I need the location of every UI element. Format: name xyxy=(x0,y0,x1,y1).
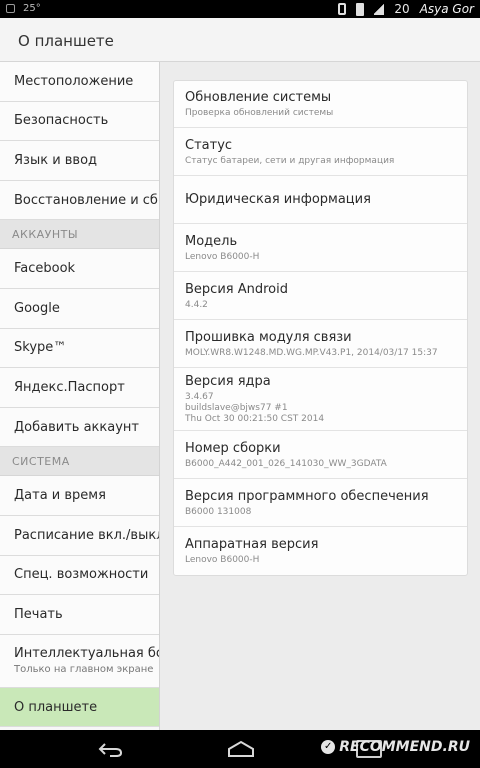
sidebar-item-label: Язык и ввод xyxy=(14,152,98,168)
section-header-accounts: АККАУНТЫ xyxy=(0,220,159,250)
sidebar-item-sublabel: Только на главном экране xyxy=(14,664,154,676)
sidebar-item-label: О планшете xyxy=(14,699,98,715)
sidebar-item-smart-side-bar[interactable]: Интеллектуальная боковая панель Только н… xyxy=(0,634,159,688)
item-subtitle: Lenovo B6000-H xyxy=(185,251,260,262)
sidebar-item-label: Безопасность xyxy=(14,113,109,129)
sidebar-item-location[interactable]: Местоположение xyxy=(0,62,159,102)
sidebar-item-skype[interactable]: Skype™ xyxy=(0,328,159,369)
item-title: Версия ядра xyxy=(185,374,271,389)
sidebar-item-yandex-passport[interactable]: Яндекс.Паспорт xyxy=(0,368,159,408)
status-bar: 25° 20 Asya Gor xyxy=(0,0,480,18)
item-subtitle: Статус батареи, сети и другая информация xyxy=(185,155,395,166)
list-item-status[interactable]: Статус Статус батареи, сети и другая инф… xyxy=(174,128,467,176)
sidebar-item-google[interactable]: Google xyxy=(0,288,159,329)
home-icon[interactable] xyxy=(226,739,256,759)
sidebar-item-date-time[interactable]: Дата и время xyxy=(0,476,159,516)
section-header-system: СИСТЕМА xyxy=(0,447,159,477)
sidebar-item-label: Интеллектуальная боковая панель xyxy=(14,646,159,662)
signal-icon xyxy=(374,3,385,15)
item-subtitle: B6000 131008 xyxy=(185,506,252,517)
list-item-build-number[interactable]: Номер сборки B6000_A442_001_026_141030_W… xyxy=(174,431,467,479)
sidebar-item-label: Спец. возможности xyxy=(14,567,149,583)
item-subtitle: MOLY.WR8.W1248.MD.WG.MP.V43.P1, 2014/03/… xyxy=(185,347,438,358)
navigation-bar: ✓ RECOMMEND.RU xyxy=(0,730,480,768)
list-item-android-version[interactable]: Версия Android 4.4.2 xyxy=(174,272,467,320)
sidebar-item-backup-reset[interactable]: Восстановление и сброс xyxy=(0,180,159,221)
list-item-software-version: Версия программного обеспечения B6000 13… xyxy=(174,479,467,527)
item-title: Аппаратная версия xyxy=(185,537,319,552)
sidebar-item-label: Google xyxy=(14,300,60,316)
sidebar-item-add-account[interactable]: Добавить аккаунт xyxy=(0,407,159,448)
sidebar-item-schedule-power[interactable]: Расписание вкл./выкл. xyxy=(0,515,159,556)
page-title: О планшете xyxy=(18,32,114,50)
list-item-legal-info[interactable]: Юридическая информация xyxy=(174,176,467,224)
sidebar-item-printing[interactable]: Печать xyxy=(0,595,159,635)
recommend-text: RECOMMEND.RU xyxy=(339,739,470,755)
list-item-hardware-version: Аппаратная версия Lenovo B6000-H xyxy=(174,527,467,575)
back-icon[interactable] xyxy=(96,740,124,758)
weather-temperature: 25° xyxy=(23,3,41,14)
sidebar-item-accessibility[interactable]: Спец. возможности xyxy=(0,555,159,596)
notification-icon xyxy=(6,4,15,13)
action-bar: О планшете xyxy=(0,18,480,62)
item-subtitle: buildslave@bjws77 #1 xyxy=(185,403,288,413)
sidebar-item-label: Печать xyxy=(14,606,63,622)
watermark-user: Asya Gor xyxy=(419,2,474,16)
sidebar-item-about-tablet[interactable]: О планшете xyxy=(0,687,159,728)
about-card: Обновление системы Проверка обновлений с… xyxy=(173,80,468,576)
item-subtitle: Thu Oct 30 00:21:50 CST 2014 xyxy=(185,414,325,424)
sidebar-item-label: Яндекс.Паспорт xyxy=(14,379,125,395)
item-subtitle: 3.4.67 xyxy=(185,392,214,402)
sidebar-item-label: Расписание вкл./выкл. xyxy=(14,527,159,543)
sidebar-item-label: Восстановление и сброс xyxy=(14,192,159,208)
item-subtitle: B6000_A442_001_026_141030_WW_3GDATA xyxy=(185,458,387,469)
sidebar-item-label: Дата и время xyxy=(14,488,106,504)
list-item-model: Модель Lenovo B6000-H xyxy=(174,224,467,272)
vibrate-icon xyxy=(338,3,347,15)
item-title: Номер сборки xyxy=(185,440,281,456)
list-item-kernel-version: Версия ядра 3.4.67 buildslave@bjws77 #1 … xyxy=(174,368,467,431)
list-item-baseband-version: Прошивка модуля связи MOLY.WR8.W1248.MD.… xyxy=(174,320,467,368)
sidebar-item-label: Добавить аккаунт xyxy=(14,419,139,435)
item-title: Статус xyxy=(185,137,233,153)
item-title: Юридическая информация xyxy=(185,192,371,207)
battery-icon xyxy=(356,2,365,16)
recommend-watermark: ✓ RECOMMEND.RU xyxy=(321,739,470,755)
item-title: Прошивка модуля связи xyxy=(185,329,352,345)
item-title: Модель xyxy=(185,233,238,249)
settings-sidebar: Местоположение Безопасность Язык и ввод … xyxy=(0,62,160,730)
sidebar-item-facebook[interactable]: Facebook xyxy=(0,249,159,289)
item-subtitle: Lenovo B6000-H xyxy=(185,555,260,565)
item-title: Версия Android xyxy=(185,281,288,297)
recommend-badge-icon: ✓ xyxy=(321,740,336,754)
about-pane: Обновление системы Проверка обновлений с… xyxy=(161,62,480,730)
sidebar-item-security[interactable]: Безопасность xyxy=(0,101,159,142)
sidebar-item-label: Skype™ xyxy=(14,340,67,356)
sidebar-item-label: Facebook xyxy=(14,261,76,277)
item-title: Версия программного обеспечения xyxy=(185,488,429,504)
clock: 20 xyxy=(394,2,410,16)
list-item-system-update[interactable]: Обновление системы Проверка обновлений с… xyxy=(174,81,467,128)
item-title: Обновление системы xyxy=(185,90,332,105)
sidebar-item-label: Местоположение xyxy=(14,73,134,89)
sidebar-item-language[interactable]: Язык и ввод xyxy=(0,141,159,181)
item-subtitle: Проверка обновлений системы xyxy=(185,108,334,118)
item-subtitle: 4.4.2 xyxy=(185,299,208,310)
